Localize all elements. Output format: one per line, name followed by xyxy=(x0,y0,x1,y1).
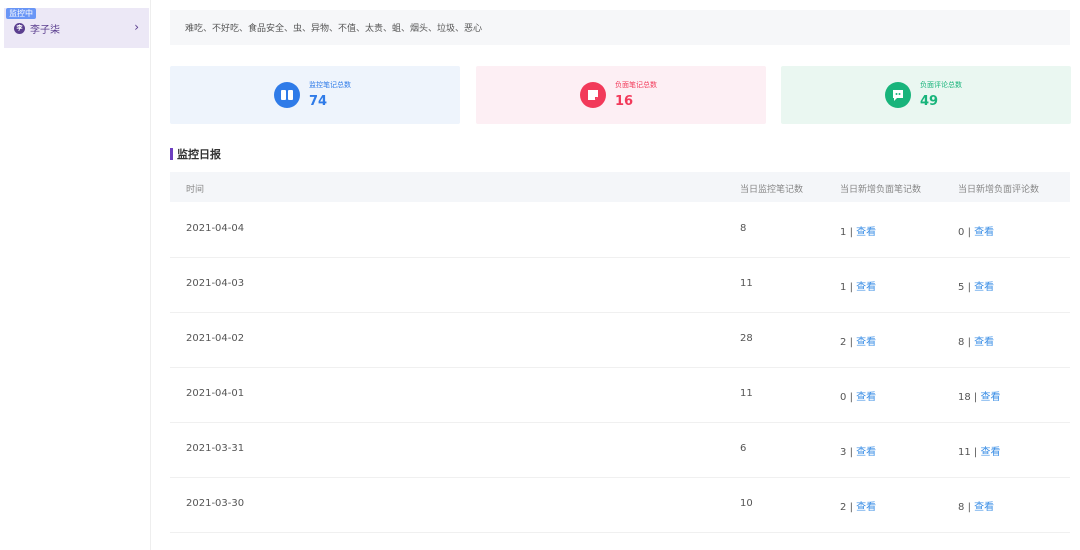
chevron-right-icon[interactable]: › xyxy=(134,20,139,34)
neg-notes-count: 0 xyxy=(840,392,847,403)
cell-monitored: 11 xyxy=(740,278,753,289)
cell-neg-comments: 18 | 查看 xyxy=(958,388,1000,403)
table-header: 时间 当日监控笔记数 当日新增负面笔记数 当日新增负面评论数 xyxy=(170,172,1070,202)
cell-date: 2021-04-01 xyxy=(186,388,245,399)
cell-monitored: 6 xyxy=(740,443,747,454)
sidebar-item-monitored-account[interactable]: 监控中 李 李子柒 › xyxy=(4,8,149,48)
cell-neg-comments: 0 | 查看 xyxy=(958,223,994,238)
separator: | xyxy=(849,502,853,513)
cell-date: 2021-04-02 xyxy=(186,333,245,344)
separator: | xyxy=(849,227,853,238)
stat-value: 16 xyxy=(615,94,634,109)
stat-label: 监控笔记总数 xyxy=(309,81,351,89)
stat-value: 74 xyxy=(309,94,328,109)
stat-card-negative-comments: 负面评论总数 49 xyxy=(781,66,1071,124)
cell-neg-notes: 3 | 查看 xyxy=(840,443,876,458)
neg-notes-count: 3 xyxy=(840,447,847,458)
cell-neg-notes: 2 | 查看 xyxy=(840,498,876,513)
neg-notes-count: 1 xyxy=(840,282,847,293)
neg-comments-count: 18 xyxy=(958,392,971,403)
neg-comments-count: 0 xyxy=(958,227,965,238)
separator: | xyxy=(973,392,978,403)
cell-neg-notes: 1 | 查看 xyxy=(840,223,876,238)
separator: | xyxy=(849,447,853,458)
sidebar: 监控中 李 李子柒 › xyxy=(0,0,151,550)
cell-neg-comments: 5 | 查看 xyxy=(958,278,994,293)
avatar: 李 xyxy=(14,23,25,34)
separator: | xyxy=(849,282,853,293)
view-neg-notes-link[interactable]: 查看 xyxy=(856,502,876,513)
view-neg-comments-link[interactable]: 查看 xyxy=(974,337,994,348)
view-neg-notes-link[interactable]: 查看 xyxy=(856,282,876,293)
neg-notes-count: 2 xyxy=(840,502,847,513)
cell-date: 2021-03-31 xyxy=(186,443,245,454)
stat-card-negative-notes: 负面笔记总数 16 xyxy=(476,66,766,124)
cell-date: 2021-04-03 xyxy=(186,278,245,289)
view-neg-comments-link[interactable]: 查看 xyxy=(974,282,994,293)
cell-neg-notes: 2 | 查看 xyxy=(840,333,876,348)
account-name: 李子柒 xyxy=(30,25,60,36)
cell-neg-notes: 1 | 查看 xyxy=(840,278,876,293)
separator: | xyxy=(849,392,853,403)
cell-monitored: 10 xyxy=(740,498,753,509)
cell-date: 2021-03-30 xyxy=(186,498,245,509)
cell-neg-comments: 8 | 查看 xyxy=(958,498,994,513)
cell-date: 2021-04-04 xyxy=(186,223,245,234)
separator: | xyxy=(973,447,978,458)
separator: | xyxy=(967,337,971,348)
table-row: 2021-03-31 6 3 | 查看 11 | 查看 xyxy=(170,422,1070,478)
comment-icon xyxy=(885,82,911,108)
neg-comments-count: 5 xyxy=(958,282,965,293)
view-neg-comments-link[interactable]: 查看 xyxy=(980,392,1000,403)
keyword-list: 难吃、不好吃、食品安全、虫、异物、不值、太贵、蛆、烟头、垃圾、恶心 xyxy=(170,10,1070,45)
view-neg-notes-link[interactable]: 查看 xyxy=(856,337,876,348)
view-neg-comments-link[interactable]: 查看 xyxy=(974,502,994,513)
view-neg-notes-link[interactable]: 查看 xyxy=(856,227,876,238)
book-icon xyxy=(274,82,300,108)
neg-comments-count: 11 xyxy=(958,447,971,458)
cell-monitored: 8 xyxy=(740,223,747,234)
table-row: 2021-04-03 11 1 | 查看 5 | 查看 xyxy=(170,257,1070,313)
stat-label: 负面笔记总数 xyxy=(615,81,657,89)
keyword-text: 难吃、不好吃、食品安全、虫、异物、不值、太贵、蛆、烟头、垃圾、恶心 xyxy=(185,24,483,34)
column-header-neg-comments: 当日新增负面评论数 xyxy=(958,185,1040,195)
table-row: 2021-03-30 10 2 | 查看 8 | 查看 xyxy=(170,477,1070,533)
stat-label: 负面评论总数 xyxy=(920,81,962,89)
cell-neg-notes: 0 | 查看 xyxy=(840,388,876,403)
view-neg-comments-link[interactable]: 查看 xyxy=(980,447,1000,458)
section-title-accent xyxy=(170,148,173,160)
monitoring-status-badge: 监控中 xyxy=(6,8,36,19)
stat-value: 49 xyxy=(920,94,939,109)
view-neg-comments-link[interactable]: 查看 xyxy=(974,227,994,238)
separator: | xyxy=(967,227,971,238)
table-row: 2021-04-02 28 2 | 查看 8 | 查看 xyxy=(170,312,1070,368)
neg-comments-count: 8 xyxy=(958,502,965,513)
column-header-date: 时间 xyxy=(186,185,205,195)
cell-monitored: 11 xyxy=(740,388,753,399)
table-row: 2021-04-04 8 1 | 查看 0 | 查看 xyxy=(170,202,1070,258)
table-row: 2021-04-01 11 0 | 查看 18 | 查看 xyxy=(170,367,1070,423)
stat-card-monitored-notes: 监控笔记总数 74 xyxy=(170,66,460,124)
neg-notes-count: 2 xyxy=(840,337,847,348)
separator: | xyxy=(967,502,971,513)
column-header-neg-notes: 当日新增负面笔记数 xyxy=(840,185,922,195)
cell-neg-comments: 11 | 查看 xyxy=(958,443,1000,458)
separator: | xyxy=(849,337,853,348)
note-icon xyxy=(580,82,606,108)
cell-monitored: 28 xyxy=(740,333,753,344)
section-title: 监控日报 xyxy=(177,148,221,161)
neg-comments-count: 8 xyxy=(958,337,965,348)
cell-neg-comments: 8 | 查看 xyxy=(958,333,994,348)
column-header-monitored: 当日监控笔记数 xyxy=(740,185,804,195)
separator: | xyxy=(967,282,971,293)
view-neg-notes-link[interactable]: 查看 xyxy=(856,447,876,458)
neg-notes-count: 1 xyxy=(840,227,847,238)
view-neg-notes-link[interactable]: 查看 xyxy=(856,392,876,403)
